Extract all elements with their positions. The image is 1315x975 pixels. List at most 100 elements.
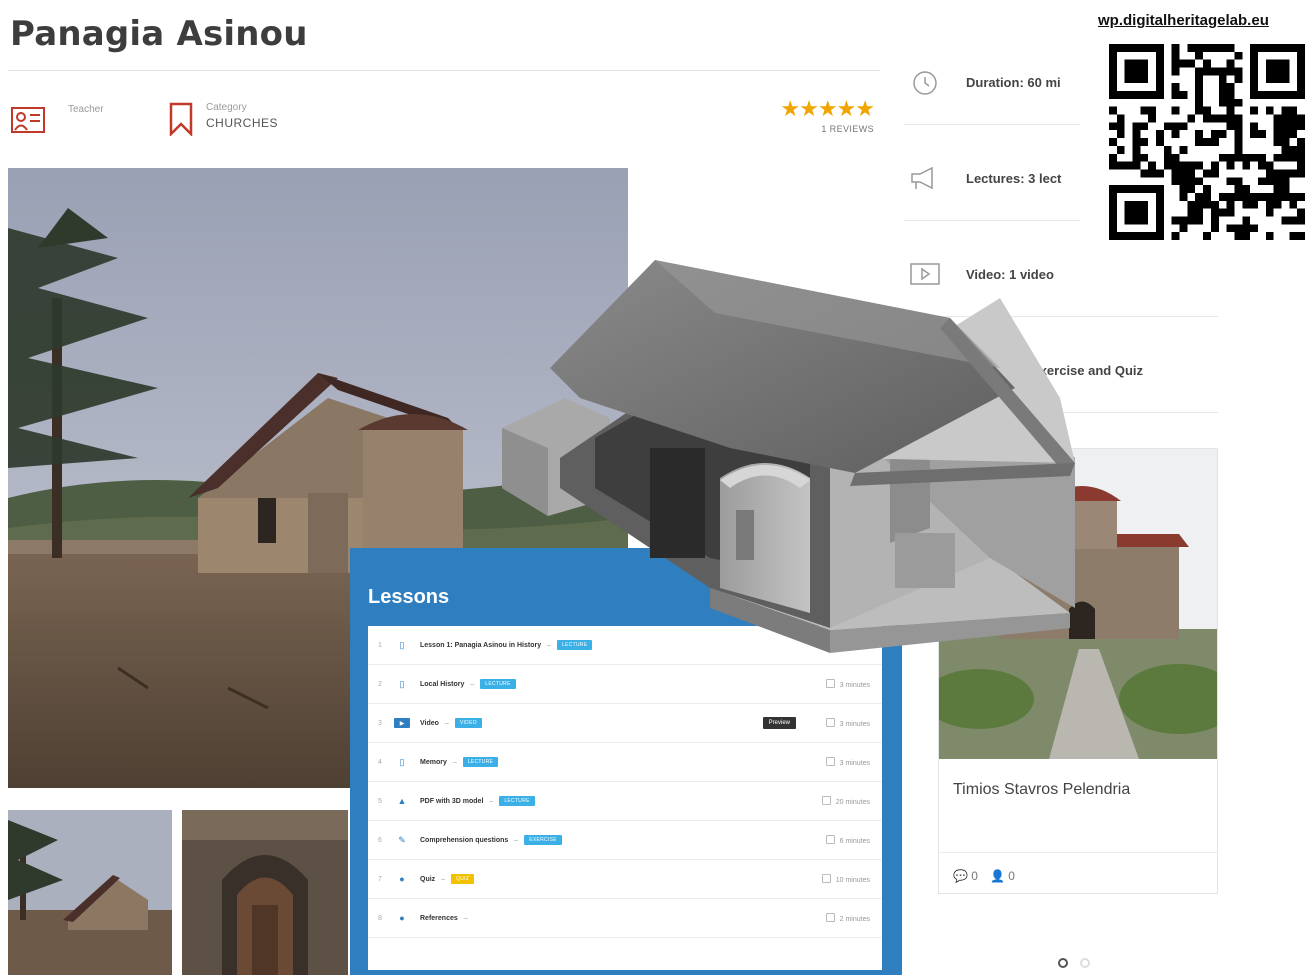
- qr-module: [1250, 130, 1258, 139]
- lesson-title[interactable]: PDF with 3D model: [420, 798, 483, 805]
- qr-module: [1281, 114, 1290, 123]
- qr-module: [1289, 153, 1298, 162]
- qr-module: [1289, 122, 1298, 131]
- qr-module: [1281, 122, 1290, 131]
- qr-module: [1187, 59, 1196, 68]
- qr-module: [1179, 161, 1188, 170]
- lesson-separator: –: [452, 758, 457, 766]
- qr-module: [1281, 177, 1290, 186]
- lesson-row[interactable]: 3 ▶ Video – VIDEO Preview 3 minutes: [368, 704, 882, 743]
- qr-module: [1203, 138, 1211, 146]
- qr-module: [1210, 130, 1219, 139]
- qr-module: [1297, 114, 1305, 123]
- lesson-title[interactable]: Video: [420, 720, 439, 727]
- user-icon: 👤: [989, 869, 1005, 883]
- category-link[interactable]: CHURCHES: [206, 116, 278, 130]
- qr-module: [1273, 138, 1282, 146]
- qr-module: [1273, 185, 1282, 193]
- qr-module: [1257, 130, 1266, 139]
- qr-module: [1234, 67, 1243, 76]
- lesson-row[interactable]: 4 ▯ Memory – LECTURE 3 minutes: [368, 743, 882, 782]
- qr-module: [1297, 208, 1305, 217]
- qr-module: [1195, 138, 1204, 146]
- lesson-row[interactable]: 7 ● Quiz – QUIZ 10 minutes: [368, 860, 882, 899]
- qr-module: [1171, 130, 1180, 139]
- qr-module: [1195, 130, 1204, 139]
- qr-module: [1109, 106, 1117, 115]
- preview-button[interactable]: Preview: [762, 717, 796, 729]
- qr-module: [1187, 169, 1196, 178]
- qr-module: [1203, 67, 1211, 76]
- lesson-row[interactable]: 6 ✎ Comprehension questions – EXERCISE 6 minu…: [368, 821, 882, 860]
- lesson-separator: –: [463, 914, 468, 922]
- qr-module: [1210, 44, 1219, 52]
- qr-module: [1163, 122, 1172, 131]
- qr-module: [1171, 44, 1180, 52]
- lesson-title[interactable]: Comprehension questions: [420, 837, 508, 844]
- qr-module: [1203, 114, 1211, 123]
- qr-module: [1281, 216, 1290, 225]
- qr-module: [1179, 122, 1188, 131]
- qr-module: [1265, 106, 1274, 115]
- qr-module: [1242, 200, 1251, 209]
- qr-module: [1210, 200, 1219, 209]
- carousel-pager: [1058, 958, 1090, 968]
- qr-module: [1203, 106, 1211, 115]
- lesson-duration: 2 minutes: [810, 913, 870, 923]
- church-thumbnail-1[interactable]: [8, 810, 172, 975]
- qr-module: [1289, 130, 1298, 139]
- qr-module: [1195, 75, 1204, 84]
- qr-module: [1210, 138, 1219, 146]
- teacher-meta: Teacher: [10, 104, 104, 136]
- qr-module: [1257, 161, 1266, 170]
- lesson-separator: –: [470, 680, 475, 688]
- qr-module: [1163, 145, 1172, 154]
- qr-module: [1218, 208, 1227, 217]
- qr-module: [1195, 106, 1204, 115]
- lesson-number: 1: [378, 641, 382, 649]
- qr-module: [1297, 216, 1305, 225]
- lesson-title[interactable]: Local History: [420, 681, 464, 688]
- edit-icon: ✎: [398, 834, 406, 845]
- qr-module: [1242, 224, 1251, 233]
- lesson-title[interactable]: References: [420, 915, 458, 922]
- qr-module: [1242, 153, 1251, 162]
- qr-module: [1250, 192, 1258, 201]
- chat-icon: ●: [399, 913, 405, 923]
- qr-module: [1210, 169, 1219, 178]
- qr-module: [1250, 106, 1258, 115]
- students-stat: 👤 0: [990, 869, 1015, 883]
- qr-module: [1179, 192, 1188, 201]
- qr-module: [1226, 44, 1235, 52]
- lesson-separator: –: [444, 719, 449, 727]
- qr-module: [1171, 169, 1180, 178]
- qr-module: [1226, 208, 1235, 217]
- lesson-row[interactable]: 8 ● References – 2 minutes: [368, 899, 882, 938]
- qr-module: [1195, 216, 1204, 225]
- qr-module: [1297, 145, 1305, 154]
- qr-module: [1156, 169, 1164, 178]
- qr-module: [1132, 130, 1141, 139]
- model-icon: ▲: [397, 796, 407, 806]
- qr-module: [1281, 130, 1290, 139]
- qr-module: [1187, 44, 1196, 52]
- lesson-row[interactable]: 5 ▲ PDF with 3D model – LECTURE 20 minutes: [368, 782, 882, 821]
- qr-module: [1171, 161, 1180, 170]
- qr-module: [1203, 232, 1211, 240]
- qr-module: [1273, 122, 1282, 131]
- pager-dot-active[interactable]: [1058, 958, 1068, 968]
- lesson-number: 6: [378, 836, 382, 844]
- qr-module: [1257, 177, 1266, 186]
- qr-module: [1187, 177, 1196, 186]
- lesson-title[interactable]: Quiz: [420, 876, 435, 883]
- lesson-duration: 3 minutes: [810, 718, 870, 728]
- qr-module: [1109, 153, 1117, 162]
- qr-module: [1218, 98, 1227, 107]
- related-course-title[interactable]: Timios Stavros Pelendria: [953, 779, 1133, 800]
- students-count: 0: [1008, 869, 1015, 883]
- qr-module: [1171, 177, 1180, 186]
- church-thumbnail-2[interactable]: [182, 810, 348, 975]
- lesson-title[interactable]: Memory: [420, 759, 447, 766]
- qr-module: [1171, 106, 1180, 115]
- pager-dot[interactable]: [1080, 958, 1090, 968]
